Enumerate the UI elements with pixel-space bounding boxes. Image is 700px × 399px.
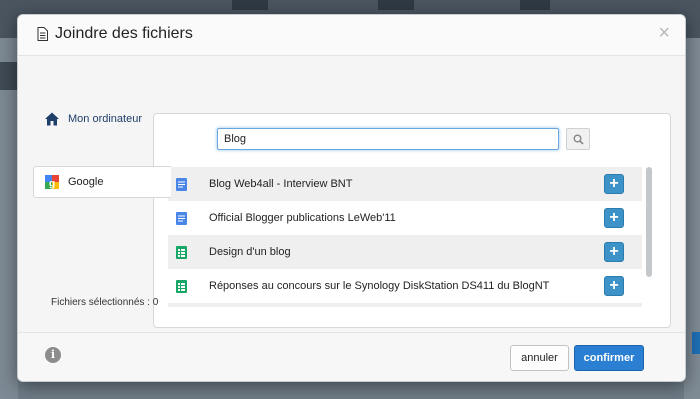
dialog-title: Joindre des fichiers [55, 25, 193, 42]
file-row[interactable]: Réponses au concours sur le Synology Dis… [168, 269, 642, 303]
google-sheet-icon [176, 245, 187, 259]
file-name: Design d'un blog [209, 246, 291, 258]
source-label: Mon ordinateur [68, 113, 142, 125]
file-row[interactable]: Design d'un blog + [168, 235, 642, 269]
background-grid-icon [232, 0, 268, 10]
file-name: Official Blogger publications LeWeb'11 [209, 212, 396, 224]
background-right-button [692, 332, 700, 354]
google-sheet-icon [176, 279, 187, 293]
close-icon[interactable]: × [658, 23, 670, 43]
add-file-button[interactable]: + [604, 242, 624, 262]
info-icon[interactable]: i [45, 347, 61, 363]
google-files-panel: Blog Web4all - Interview BNT + Official … [153, 113, 671, 328]
google-icon: g [44, 174, 60, 190]
file-row-partial[interactable] [168, 303, 642, 307]
dialog-header: Joindre des fichiers × [18, 15, 685, 56]
confirm-button[interactable]: confirmer [574, 345, 644, 371]
dialog-footer: i annuler confirmer [18, 332, 685, 381]
dialog-body: Mon ordinateur g Google Blog Blog Web4al… [18, 56, 685, 332]
google-doc-icon [176, 177, 187, 191]
background-user-icon [520, 0, 550, 10]
add-file-button[interactable]: + [604, 276, 624, 296]
background-left-item [0, 62, 18, 90]
source-google[interactable]: g Google [33, 166, 171, 198]
file-name: Réponses au concours sur le Synology Dis… [209, 280, 550, 292]
file-name: Blog Web4all - Interview BNT [209, 178, 353, 190]
cancel-button[interactable]: annuler [510, 345, 569, 371]
source-label: Google [68, 176, 104, 188]
file-row[interactable]: Blog Web4all - Interview BNT + [168, 167, 642, 201]
background-list-icon [378, 0, 414, 10]
selected-files-count: Fichiers sélectionnés : 0 [51, 297, 159, 308]
home-icon [45, 112, 59, 126]
search-button[interactable] [566, 128, 590, 150]
file-list: Blog Web4all - Interview BNT + Official … [168, 167, 642, 307]
file-list-scrollbar[interactable] [646, 167, 652, 277]
google-doc-icon [176, 211, 187, 225]
attach-files-dialog: Joindre des fichiers × Mon ordinateur g … [17, 14, 686, 382]
search-input[interactable] [217, 128, 559, 150]
search-icon [573, 134, 584, 145]
document-icon [37, 27, 48, 41]
add-file-button[interactable]: + [604, 208, 624, 228]
background-left-panel [0, 38, 18, 399]
add-file-button[interactable]: + [604, 174, 624, 194]
file-row[interactable]: Official Blogger publications LeWeb'11 + [168, 201, 642, 235]
source-my-computer[interactable]: Mon ordinateur [34, 104, 154, 134]
svg-text:g: g [49, 179, 55, 190]
